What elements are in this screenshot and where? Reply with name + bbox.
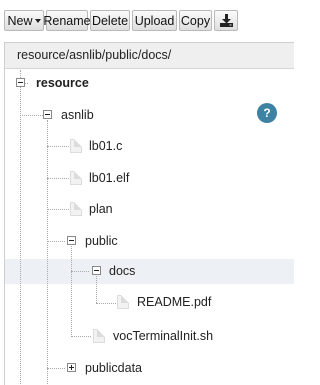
collapse-toggle-asnlib[interactable] [43, 110, 52, 119]
selected-row-highlight [5, 259, 294, 284]
tree-guide-line [47, 368, 65, 369]
tree-guide-line [47, 120, 48, 385]
current-path: resource/asnlib/public/docs/ [17, 48, 172, 62]
help-button[interactable]: ? [257, 103, 277, 123]
collapse-toggle-resource[interactable] [16, 78, 25, 87]
new-button-label: New [7, 13, 33, 28]
tree-node-vocterminalinit[interactable]: vocTerminalInit.sh [113, 329, 213, 343]
tree-node-plan[interactable]: plan [89, 202, 113, 216]
file-icon [70, 171, 82, 185]
file-icon [93, 329, 105, 343]
caret-down-icon [34, 18, 41, 23]
file-icon [70, 202, 82, 216]
upload-button[interactable]: Upload [132, 10, 177, 31]
tree-guide-line [96, 276, 97, 303]
tree-guide-line [47, 178, 69, 179]
tree-node-public[interactable]: public [85, 234, 118, 248]
copy-button[interactable]: Copy [179, 10, 212, 31]
tree-guide-line [47, 146, 69, 147]
download-button[interactable] [214, 10, 238, 31]
expand-toggle-publicdata[interactable] [67, 363, 76, 372]
collapse-toggle-docs[interactable] [92, 266, 101, 275]
tree-guide-line [47, 209, 69, 210]
path-bar: resource/asnlib/public/docs/ [5, 43, 294, 69]
file-icon [70, 139, 82, 153]
file-browser-panel: resource/asnlib/public/docs/ resource as… [4, 42, 294, 385]
tree-guide-line [71, 271, 89, 272]
rename-button[interactable]: Rename [43, 10, 91, 31]
tree-guide-line [96, 303, 116, 304]
delete-button[interactable]: Delete [90, 10, 130, 31]
tree-guide-line [20, 70, 21, 385]
tree-node-lb01-c[interactable]: lb01.c [89, 139, 122, 153]
tree-node-asnlib[interactable]: asnlib [61, 108, 94, 122]
tree-guide-line [47, 241, 65, 242]
tree-guide-line [71, 246, 72, 337]
tree-node-lb01-elf[interactable]: lb01.elf [89, 171, 129, 185]
new-menu-button[interactable]: New [4, 10, 44, 31]
tree-guide-line [71, 336, 91, 337]
tree-node-resource[interactable]: resource [36, 76, 89, 90]
file-icon [117, 295, 129, 309]
tree-node-docs[interactable]: docs [109, 264, 135, 278]
tree-node-readme[interactable]: README.pdf [137, 295, 211, 309]
toolbar: New Rename Delete Upload Copy [4, 10, 238, 31]
download-icon [219, 14, 233, 27]
tree-guide-line [20, 115, 45, 116]
tree-node-publicdata[interactable]: publicdata [85, 361, 142, 375]
collapse-toggle-public[interactable] [67, 236, 76, 245]
